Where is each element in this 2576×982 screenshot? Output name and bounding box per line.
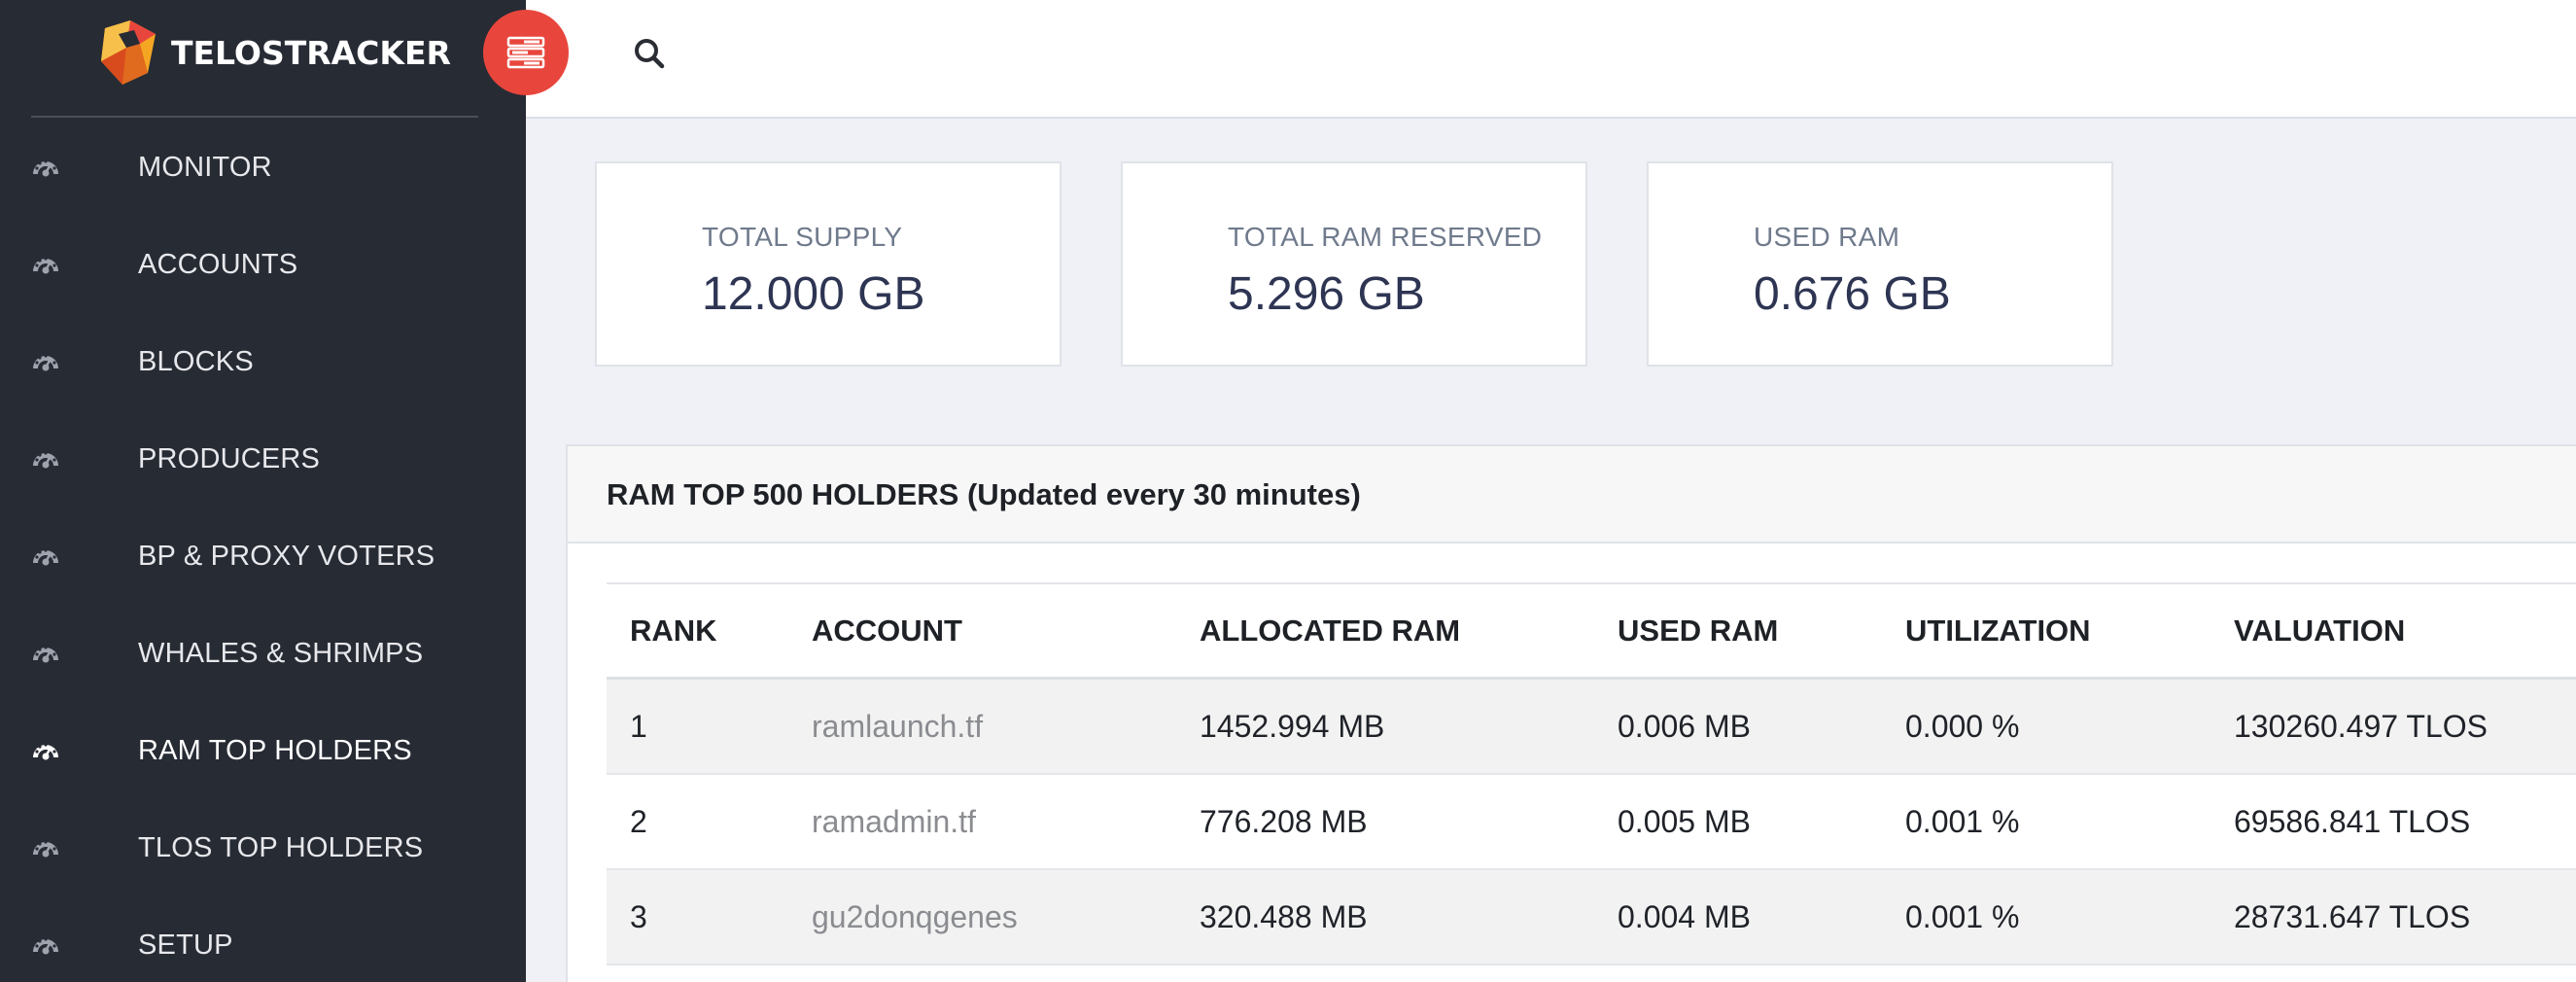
sidebar-item-blocks[interactable]: BLOCKS <box>0 313 526 410</box>
stat-value: 5.296 GB <box>1228 268 1425 320</box>
sidebar-item-tlos-top-holders[interactable]: TLOS TOP HOLDERS <box>0 799 526 896</box>
dashboard-icon <box>33 451 58 469</box>
column-header-rank[interactable]: RANK <box>630 584 717 677</box>
allocated-ram-cell: 776.208 MB <box>1200 803 1368 839</box>
telos-logo-icon <box>101 20 156 85</box>
utilization-cell: 0.001 % <box>1905 803 2020 839</box>
topbar <box>526 0 2576 119</box>
table-row: 1 ramlaunch.tf 1452.994 MB 0.006 MB 0.00… <box>607 680 2576 775</box>
valuation-cell: 130260.497 TLOS <box>2234 708 2488 744</box>
sidebar-item-label: TLOS TOP HOLDERS <box>138 831 424 863</box>
sidebar-item-setup[interactable]: SETUP <box>0 896 526 982</box>
column-header-valuation[interactable]: VALUATION <box>2234 584 2405 677</box>
sidebar-item-accounts[interactable]: ACCOUNTS <box>0 216 526 313</box>
sidebar-item-label: SETUP <box>138 929 233 961</box>
dashboard-icon <box>33 548 58 566</box>
valuation-cell: 69586.841 TLOS <box>2234 803 2471 839</box>
sidebar-toggle-button[interactable] <box>483 10 569 95</box>
ram-holders-table: RANK ACCOUNT ALLOCATED RAM USED RAM UTIL… <box>607 582 2576 965</box>
valuation-cell: 28731.647 TLOS <box>2234 898 2471 934</box>
used-ram-cell: 0.004 MB <box>1618 898 1751 934</box>
allocated-ram-cell: 1452.994 MB <box>1200 708 1385 744</box>
column-header-account[interactable]: ACCOUNT <box>812 584 962 677</box>
stat-label: TOTAL RAM RESERVED <box>1228 222 1543 252</box>
used-ram-cell: 0.005 MB <box>1618 803 1751 839</box>
sidebar-item-bp-proxy-voters[interactable]: BP & PROXY VOTERS <box>0 508 526 605</box>
sidebar-item-label: ACCOUNTS <box>138 248 298 280</box>
dashboard-icon <box>33 159 58 177</box>
sidebar-item-label: MONITOR <box>138 151 272 183</box>
search-icon[interactable] <box>633 37 666 70</box>
allocated-ram-cell: 320.488 MB <box>1200 898 1368 934</box>
sidebar-divider <box>31 116 478 118</box>
used-ram-cell: 0.006 MB <box>1618 708 1751 744</box>
sidebar-item-label: BP & PROXY VOTERS <box>138 540 435 572</box>
rank-cell: 1 <box>630 708 647 744</box>
sidebar-item-label: RAM TOP HOLDERS <box>138 734 412 766</box>
account-link[interactable]: gu2donqgenes <box>812 870 1018 964</box>
table-row: 2 ramadmin.tf 776.208 MB 0.005 MB 0.001 … <box>607 775 2576 870</box>
utilization-cell: 0.001 % <box>1905 898 2020 934</box>
stat-label: USED RAM <box>1754 222 1900 252</box>
dashboard-icon <box>33 354 58 371</box>
table-header-row: RANK ACCOUNT ALLOCATED RAM USED RAM UTIL… <box>607 584 2576 680</box>
stat-label: TOTAL SUPPLY <box>702 222 903 252</box>
column-header-utilization[interactable]: UTILIZATION <box>1905 584 2091 677</box>
stat-card-total-supply: TOTAL SUPPLY 12.000 GB <box>595 161 1062 367</box>
sidebar-item-monitor[interactable]: MONITOR <box>0 119 526 216</box>
rank-cell: 3 <box>630 898 647 934</box>
brand[interactable]: TELOSTRACKER <box>97 14 451 91</box>
panel-header: RAM TOP 500 HOLDERS (Updated every 30 mi… <box>568 446 2576 544</box>
stat-card-total-ram-reserved: TOTAL RAM RESERVED 5.296 GB <box>1121 161 1587 367</box>
dashboard-icon <box>33 257 58 274</box>
column-header-allocated-ram[interactable]: ALLOCATED RAM <box>1200 584 1460 677</box>
panel-title: RAM TOP 500 HOLDERS (Updated every 30 mi… <box>607 477 1361 511</box>
sidebar-item-producers[interactable]: PRODUCERS <box>0 410 526 508</box>
dashboard-icon <box>33 840 58 858</box>
table-row: 3 gu2donqgenes 320.488 MB 0.004 MB 0.001… <box>607 870 2576 965</box>
column-header-used-ram[interactable]: USED RAM <box>1618 584 1778 677</box>
stat-value: 0.676 GB <box>1754 268 1951 320</box>
account-link[interactable]: ramadmin.tf <box>812 775 976 868</box>
sidebar-item-ram-top-holders[interactable]: RAM TOP HOLDERS <box>0 702 526 799</box>
sidebar-item-label: BLOCKS <box>138 345 254 377</box>
ram-top-holders-panel: RAM TOP 500 HOLDERS (Updated every 30 mi… <box>566 444 2576 982</box>
sidebar-item-whales-shrimps[interactable]: WHALES & SHRIMPS <box>0 605 526 702</box>
sidebar-item-label: WHALES & SHRIMPS <box>138 637 424 669</box>
dashboard-icon <box>33 646 58 663</box>
dashboard-icon <box>33 937 58 955</box>
menu-toggle-icon <box>506 36 545 69</box>
utilization-cell: 0.000 % <box>1905 708 2020 744</box>
account-link[interactable]: ramlaunch.tf <box>812 680 983 773</box>
sidebar-item-label: PRODUCERS <box>138 442 321 474</box>
stat-value: 12.000 GB <box>702 268 925 320</box>
dashboard-icon <box>33 743 58 760</box>
rank-cell: 2 <box>630 803 647 839</box>
sidebar: TELOSTRACKER MONITOR ACCOUNTS BLOCKS PRO… <box>0 0 526 982</box>
brand-name: TELOSTRACKER <box>171 33 451 72</box>
stat-card-used-ram: USED RAM 0.676 GB <box>1647 161 2113 367</box>
